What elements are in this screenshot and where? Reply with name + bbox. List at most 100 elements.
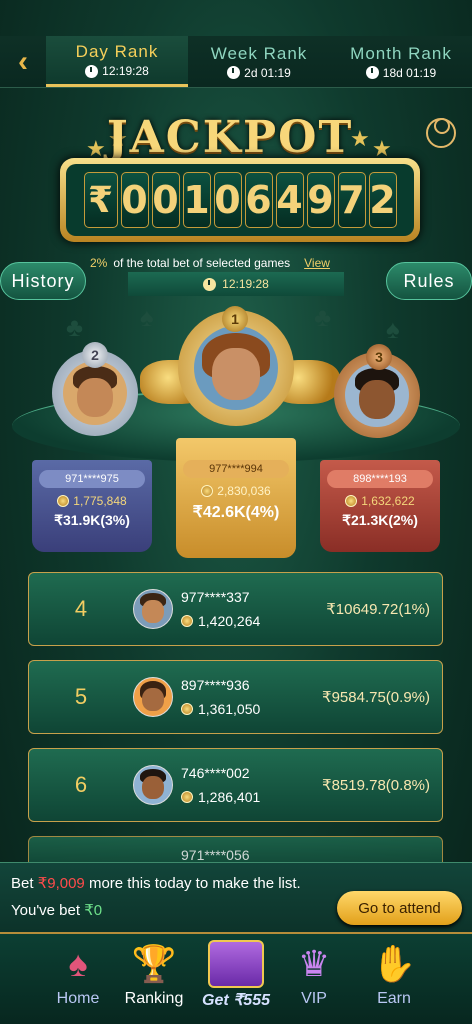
nav-get-bonus[interactable]: Get ₹555	[196, 938, 276, 1022]
podium-uid: 977****994	[183, 460, 289, 478]
jackpot-digit: 6	[244, 172, 273, 228]
nav-label: Ranking	[124, 990, 184, 1007]
tab-week-rank[interactable]: Week Rank 2d 01:19	[188, 36, 330, 87]
view-link[interactable]: View	[304, 256, 330, 270]
row-info: 746****002 1,286,401	[181, 765, 321, 805]
podium-card-rank-2[interactable]: 971****975 1,775,848 ₹31.9K(3%)	[32, 460, 152, 552]
row-uid: 897****936	[181, 677, 250, 693]
rank-1-medal: 1	[222, 306, 248, 332]
handshake-icon: ✋	[371, 943, 417, 984]
podium-coins: 2,830,036	[201, 484, 271, 498]
ranking-row[interactable]: 4 977****337 1,420,264 ₹10649.72(1%)	[28, 572, 443, 646]
bet-suffix: more this today to make the list.	[88, 875, 301, 892]
profile-icon[interactable]	[426, 118, 456, 148]
ranking-row[interactable]: 6 746****002 1,286,401 ₹8519.78(0.8%)	[28, 748, 443, 822]
jackpot-digit: 4	[275, 172, 304, 228]
spade-icon: ♠	[140, 302, 154, 332]
avatar	[345, 363, 409, 427]
bet-label: You've bet	[11, 902, 81, 919]
avatar	[133, 765, 173, 805]
nav-earn[interactable]: ✋ Earn	[354, 938, 434, 1022]
rank-2-medal: 2	[82, 342, 108, 368]
jackpot-digit: 0	[151, 172, 180, 228]
jackpot-percent: 2%	[90, 256, 108, 270]
clock-icon	[203, 277, 217, 291]
jackpot-digit: 0	[120, 172, 149, 228]
podium-coins-value: 2,830,036	[217, 484, 271, 498]
bet-info-bar: Bet ₹9,009 more this today to make the l…	[0, 862, 472, 938]
podium-card-rank-3[interactable]: 898****193 1,632,622 ₹21.3K(2%)	[320, 460, 440, 552]
bet-value: ₹0	[84, 902, 103, 919]
rank-3-medal: 3	[366, 344, 392, 370]
row-coins: 1,361,050	[181, 701, 321, 717]
coin-icon	[345, 495, 358, 507]
nav-home[interactable]: ♠ Home	[38, 938, 118, 1022]
back-button[interactable]: ‹	[0, 36, 46, 87]
jackpot-digit: 1	[182, 172, 211, 228]
coin-icon	[201, 485, 214, 497]
podium-prize: ₹42.6K(4%)	[192, 504, 280, 521]
tab-timer-text: 18d 01:19	[382, 65, 437, 80]
rank-tabs: ‹ Day Rank 12:19:28 Week Rank 2d 01:19 M…	[0, 36, 472, 88]
coin-icon	[181, 791, 193, 803]
trophy-icon: 🏆	[131, 943, 177, 984]
tab-label: Week Rank	[210, 43, 308, 63]
avatar	[194, 326, 278, 410]
row-coins-value: 1,286,401	[198, 789, 261, 805]
podium-coins: 1,775,848	[57, 494, 127, 508]
go-to-attend-button[interactable]: Go to attend	[337, 891, 462, 925]
jackpot-digit: 9	[306, 172, 335, 228]
podium-coins-value: 1,775,848	[73, 494, 127, 508]
row-rank: 6	[74, 772, 88, 797]
podium-prize: ₹31.9K(3%)	[54, 512, 130, 528]
bottom-nav: ♠ Home 🏆 Ranking Get ₹555 ♛ VIP ✋ Earn	[0, 932, 472, 1024]
row-rank: 5	[74, 684, 88, 709]
coin-icon	[181, 615, 193, 627]
bet-current-text: You've bet ₹0	[11, 901, 102, 919]
home-icon: ♠	[68, 943, 88, 984]
tab-label: Day Rank	[75, 42, 159, 61]
jackpot-description: 2% of the total bet of selected games Vi…	[90, 256, 390, 270]
podium-timer: 12:19:28	[128, 272, 344, 296]
nav-label: Earn	[377, 990, 411, 1007]
tab-day-rank[interactable]: Day Rank 12:19:28	[46, 36, 188, 87]
rules-button[interactable]: Rules	[386, 262, 472, 300]
row-rank: 4	[74, 596, 88, 621]
row-coins: 1,420,264	[181, 613, 321, 629]
history-button[interactable]: History	[0, 262, 86, 300]
nav-label: Get ₹555	[202, 992, 270, 1009]
tab-month-rank[interactable]: Month Rank 18d 01:19	[330, 36, 472, 87]
clock-icon	[365, 66, 379, 79]
jackpot-description-text: of the total bet of selected games	[113, 256, 291, 270]
jackpot-digits: ₹ 0 0 1 0 6 4 9 7 2	[66, 164, 414, 236]
nav-label: Home	[56, 990, 100, 1007]
bet-needed-text: Bet ₹9,009 more this today to make the l…	[11, 874, 301, 892]
tab-timer: 18d 01:19	[365, 65, 437, 80]
ranking-row[interactable]: 5 897****936 1,361,050 ₹9584.75(0.9%)	[28, 660, 443, 734]
nav-vip[interactable]: ♛ VIP	[274, 938, 354, 1022]
row-uid: 977****337	[181, 589, 250, 605]
tab-timer-text: 2d 01:19	[244, 65, 291, 80]
row-uid: 971****056	[181, 847, 250, 863]
row-info: 897****936 1,361,050	[181, 677, 321, 717]
nav-ranking[interactable]: 🏆 Ranking	[114, 938, 194, 1022]
bet-needed-amount: ₹9,009	[37, 875, 85, 892]
row-reward: ₹10649.72(1%)	[326, 601, 430, 618]
tab-timer: 12:19:28	[85, 64, 149, 78]
clock-icon	[85, 64, 99, 78]
avatar	[63, 361, 127, 425]
row-coins: 1,286,401	[181, 789, 321, 805]
nav-label: VIP	[301, 990, 327, 1007]
podium-coins: 1,632,622	[345, 494, 415, 508]
coin-icon	[181, 703, 193, 715]
jackpot-digit: 0	[213, 172, 242, 228]
podium-card-rank-1[interactable]: 977****994 2,830,036 ₹42.6K(4%)	[176, 438, 296, 558]
row-info: 971****056	[181, 847, 321, 863]
row-info: 977****337 1,420,264	[181, 589, 321, 629]
avatar	[133, 589, 173, 629]
podium-timer-text: 12:19:28	[222, 277, 269, 291]
clock-icon	[227, 66, 241, 79]
tab-label: Month Rank	[350, 43, 452, 63]
jackpot-digit: 7	[337, 172, 366, 228]
spade-icon: ♣	[66, 312, 84, 342]
